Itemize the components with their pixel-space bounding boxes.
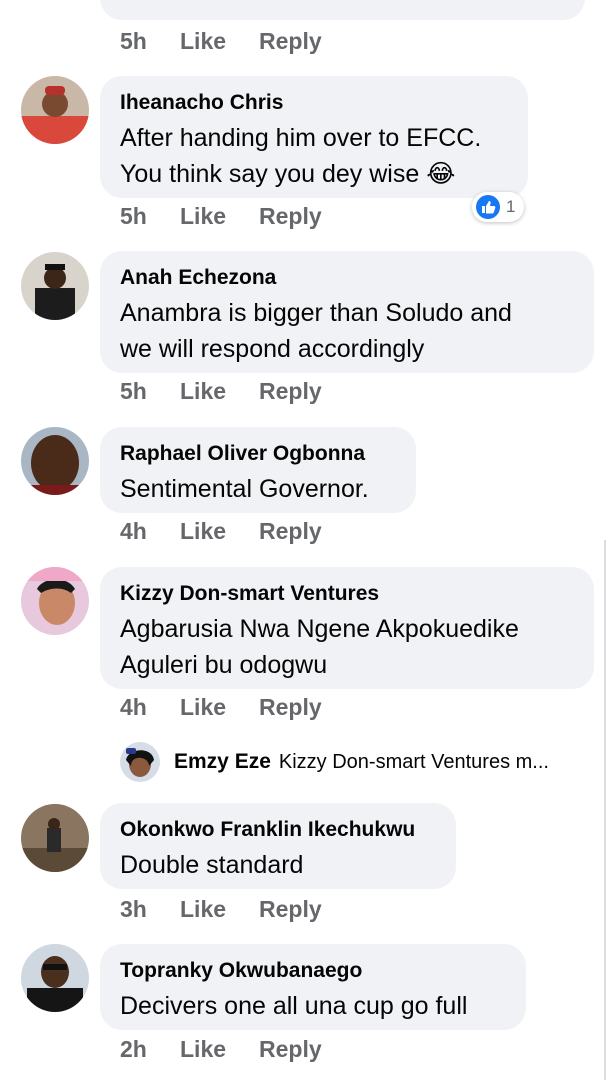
comment-time: 5h bbox=[120, 202, 147, 229]
like-button[interactable]: Like bbox=[180, 28, 259, 55]
like-button[interactable]: Like bbox=[180, 203, 259, 230]
comment-actions: 3h Like Reply bbox=[120, 894, 322, 924]
reply-author[interactable]: Emzy Eze bbox=[174, 750, 271, 774]
comment-time: 4h bbox=[120, 693, 147, 720]
comment-author[interactable]: Okonkwo Franklin Ikechukwu bbox=[120, 817, 438, 843]
comment-bubble[interactable]: Kizzy Don-smart Ventures Agbarusia Nwa N… bbox=[100, 567, 594, 689]
reaction-count: 1 bbox=[506, 197, 516, 216]
reply-button[interactable]: Reply bbox=[259, 1036, 322, 1063]
comment-text-line: You think say you dey wise 😂 bbox=[120, 160, 456, 188]
previous-comment-actions: 5h Like Reply bbox=[120, 26, 322, 56]
comment-text-line: After handing him over to EFCC. bbox=[120, 124, 482, 152]
comment-actions: 5h Like Reply bbox=[120, 376, 322, 406]
previous-comment-bubble bbox=[100, 0, 585, 20]
comment-bubble[interactable]: Anah Echezona Anambra is bigger than Sol… bbox=[100, 251, 594, 373]
avatar[interactable] bbox=[21, 252, 89, 320]
like-button[interactable]: Like bbox=[180, 694, 259, 721]
reply-button[interactable]: Reply bbox=[259, 378, 322, 405]
comment-time: 3h bbox=[120, 895, 147, 922]
comment-actions: 4h Like Reply bbox=[120, 692, 322, 722]
comment-author[interactable]: Anah Echezona bbox=[120, 265, 576, 291]
avatar[interactable] bbox=[21, 76, 89, 144]
like-reaction-icon bbox=[476, 195, 500, 219]
comment-bubble[interactable]: Okonkwo Franklin Ikechukwu Double standa… bbox=[100, 803, 456, 889]
avatar[interactable] bbox=[21, 567, 89, 635]
comment-time: 5h bbox=[120, 27, 147, 54]
comment-bubble[interactable]: Raphael Oliver Ogbonna Sentimental Gover… bbox=[100, 427, 416, 513]
comment-author[interactable]: Kizzy Don-smart Ventures bbox=[120, 581, 576, 607]
comment-bubble[interactable]: Topranky Okwubanaego Decivers one all un… bbox=[100, 944, 526, 1030]
like-button[interactable]: Like bbox=[180, 518, 259, 545]
comment-time: 2h bbox=[120, 1035, 147, 1062]
comment-text-line: we will respond accordingly bbox=[120, 335, 425, 363]
comment-bubble[interactable]: Iheanacho Chris After handing him over t… bbox=[100, 76, 528, 198]
reply-button[interactable]: Reply bbox=[259, 203, 322, 230]
comment-actions: 2h Like Reply bbox=[120, 1034, 322, 1064]
comment-time: 5h bbox=[120, 377, 147, 404]
reply-button[interactable]: Reply bbox=[259, 694, 322, 721]
avatar[interactable] bbox=[21, 804, 89, 872]
comment-author[interactable]: Raphael Oliver Ogbonna bbox=[120, 441, 398, 467]
reply-button[interactable]: Reply bbox=[259, 518, 322, 545]
comment-text-line: Aguleri bu odogwu bbox=[120, 651, 328, 679]
comment-time: 4h bbox=[120, 517, 147, 544]
comment-author[interactable]: Topranky Okwubanaego bbox=[120, 958, 508, 984]
comment-text-line: Decivers one all una cup go full bbox=[120, 992, 468, 1020]
avatar[interactable] bbox=[21, 427, 89, 495]
comment-text-line: Double standard bbox=[120, 851, 304, 879]
reaction-badge[interactable]: 1 bbox=[472, 192, 524, 222]
comment-text-line: Sentimental Governor. bbox=[120, 475, 369, 503]
avatar[interactable] bbox=[21, 944, 89, 1012]
like-button[interactable]: Like bbox=[180, 1036, 259, 1063]
comment-actions: 5h Like Reply bbox=[120, 201, 322, 231]
like-button[interactable]: Like bbox=[180, 378, 259, 405]
comment-author[interactable]: Iheanacho Chris bbox=[120, 90, 510, 116]
scrollbar-track[interactable] bbox=[604, 540, 606, 1080]
comment-actions: 4h Like Reply bbox=[120, 516, 322, 546]
reply-preview[interactable]: Emzy Eze Kizzy Don-smart Ventures m... bbox=[120, 742, 549, 782]
comment-text-line: Anambra is bigger than Soludo and bbox=[120, 299, 512, 327]
avatar bbox=[120, 742, 160, 782]
comment-text-line: Agbarusia Nwa Ngene Akpokuedike bbox=[120, 615, 519, 643]
reply-text-preview: Kizzy Don-smart Ventures m... bbox=[278, 750, 549, 773]
reply-button[interactable]: Reply bbox=[259, 896, 322, 923]
like-button[interactable]: Like bbox=[180, 896, 259, 923]
reply-button[interactable]: Reply bbox=[259, 28, 322, 55]
